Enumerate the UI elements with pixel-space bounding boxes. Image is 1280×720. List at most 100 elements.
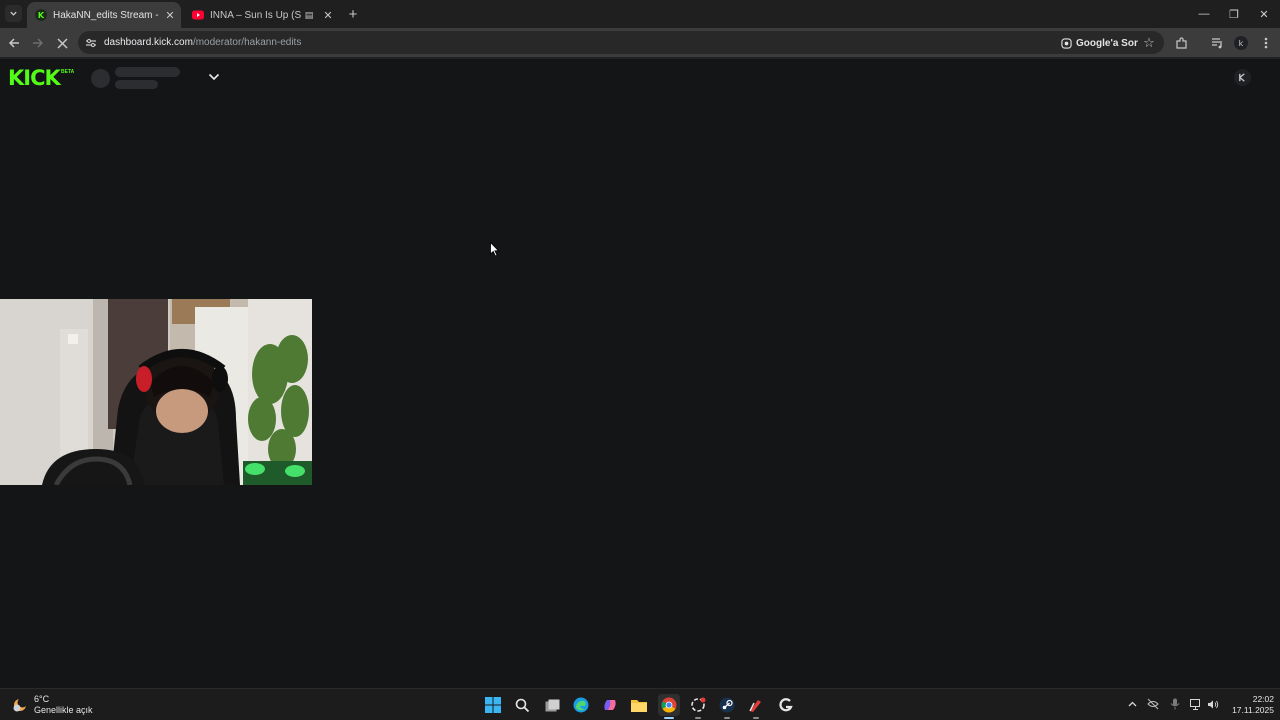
media-icon: ▤ [304, 9, 314, 20]
restore-button[interactable]: ❐ [1224, 4, 1244, 24]
clock-time: 22:02 [1252, 694, 1274, 704]
running-indicator [724, 717, 730, 719]
taskbar-app-ring[interactable] [687, 694, 709, 719]
google-lens-label: Google'a Sor [1076, 37, 1138, 49]
weather-moon-icon [13, 697, 28, 712]
tab-search-button[interactable] [5, 5, 22, 22]
chrome-icon [661, 697, 677, 713]
channel-subtitle-placeholder [115, 80, 158, 89]
url-text: dashboard.kick.com/moderator/hakann-edit… [104, 36, 301, 49]
bookmark-star-button[interactable]: ☆ [1140, 34, 1158, 52]
browser-toolbar: dashboard.kick.com/moderator/hakann-edit… [0, 28, 1280, 57]
running-indicator [695, 717, 701, 719]
mouse-cursor-icon [490, 242, 500, 257]
media-controls-button[interactable] [1208, 34, 1226, 52]
close-icon [56, 37, 68, 49]
kick-icon: K [35, 9, 47, 21]
taskbar-app-red[interactable] [745, 694, 767, 719]
google-lens-button[interactable]: Google'a Sor [1061, 34, 1138, 52]
network-button[interactable] [1189, 697, 1203, 711]
task-view-icon [545, 699, 559, 711]
playlist-icon [1211, 38, 1222, 49]
microphone-button[interactable] [1168, 697, 1182, 711]
puzzle-icon [1175, 36, 1187, 49]
kick-icon [1239, 73, 1245, 82]
search-icon [515, 698, 529, 712]
url-host: dashboard.kick.com [104, 37, 193, 48]
lens-icon [1061, 37, 1072, 49]
address-bar[interactable]: dashboard.kick.com/moderator/hakann-edit… [78, 31, 1164, 54]
steam-icon [719, 697, 735, 713]
tab-youtube[interactable]: INNA – Sun Is Up (Slowed) ▤ ✕ [184, 2, 339, 28]
taskbar-clock[interactable]: 22:02 17.11.2025 [1222, 694, 1274, 716]
browser-title-bar: K HakaNN_edits Stream - Kick Da ✕ INNA –… [0, 0, 1280, 28]
taskbar-search-button[interactable] [511, 694, 533, 716]
svg-text:k: k [1239, 39, 1244, 48]
folder-icon [631, 700, 647, 712]
chevron-down-icon [208, 73, 220, 81]
svg-text:K: K [38, 11, 45, 20]
more-vertical-icon [1264, 37, 1268, 49]
taskbar-chrome[interactable] [658, 694, 680, 719]
weather-widget[interactable]: 6°C Genellikle açık [12, 694, 93, 716]
ethernet-icon [1190, 698, 1200, 710]
copilot-icon [604, 700, 616, 710]
youtube-icon [192, 9, 204, 21]
weather-condition: Genellikle açık [34, 705, 93, 715]
taskbar-file-explorer[interactable] [628, 694, 650, 716]
tray-app-icon[interactable] [1146, 697, 1160, 711]
browser-menu-button[interactable] [1257, 34, 1275, 52]
taskbar-steam[interactable] [716, 694, 738, 719]
stop-loading-button[interactable] [51, 32, 73, 54]
tab-kick-dashboard[interactable]: K HakaNN_edits Stream - Kick Da ✕ [27, 2, 181, 28]
page-top-border [0, 57, 1280, 59]
webcam-stream-image [0, 299, 312, 485]
windows-taskbar: 6°C Genellikle açık 22:02 17.11.2025 [0, 688, 1280, 720]
arrow-right-icon [33, 38, 44, 48]
weather-temp: 6°C [34, 694, 50, 704]
chevron-up-icon [1128, 701, 1136, 707]
user-menu-button[interactable] [1234, 69, 1251, 86]
close-tab-icon[interactable]: ✕ [162, 7, 178, 23]
taskbar-logitech-ghub[interactable] [775, 694, 797, 716]
channel-switcher-dropdown[interactable] [205, 69, 223, 85]
windows-logo-icon [485, 697, 501, 713]
arrow-left-icon [8, 38, 19, 48]
chevron-down-icon [10, 11, 17, 16]
avatar: k [1234, 36, 1248, 50]
forward-button[interactable] [27, 32, 49, 54]
minimize-button[interactable]: — [1194, 4, 1214, 24]
running-indicator [753, 717, 759, 719]
close-tab-icon[interactable]: ✕ [320, 7, 336, 23]
tab-title: HakaNN_edits Stream - Kick Da [53, 9, 162, 21]
extensions-button[interactable] [1172, 34, 1190, 52]
close-window-button[interactable]: ✕ [1254, 4, 1274, 24]
active-indicator [664, 717, 674, 719]
taskbar-edge[interactable] [570, 694, 592, 716]
taskbar-copilot[interactable] [599, 694, 621, 716]
speaker-icon [1208, 700, 1219, 708]
back-button[interactable] [3, 32, 25, 54]
tab-title: INNA – Sun Is Up (Slowed) [210, 9, 301, 21]
task-view-button[interactable] [541, 694, 563, 716]
volume-button[interactable] [1206, 697, 1220, 711]
eye-off-icon [1147, 698, 1159, 710]
microphone-icon [1170, 698, 1180, 710]
edge-icon [573, 697, 589, 713]
new-tab-button[interactable]: + [344, 5, 362, 23]
profile-button[interactable]: k [1232, 34, 1250, 52]
clock-date: 17.11.2025 [1232, 705, 1274, 715]
kick-dashboard-page: KICK BETA [0, 57, 1280, 688]
start-button[interactable] [482, 694, 504, 716]
app-ring-icon [691, 697, 706, 712]
beta-badge: BETA [61, 69, 75, 75]
pen-app-icon [749, 700, 761, 712]
url-path: /moderator/hakann-edits [192, 37, 302, 48]
kick-logo[interactable]: KICK [8, 67, 61, 89]
video-player[interactable] [0, 299, 312, 485]
ghub-icon [779, 698, 793, 712]
site-info-icon[interactable] [84, 36, 97, 49]
channel-name-placeholder [115, 67, 180, 77]
channel-avatar-placeholder [91, 69, 110, 88]
show-hidden-icons-button[interactable] [1125, 697, 1139, 711]
